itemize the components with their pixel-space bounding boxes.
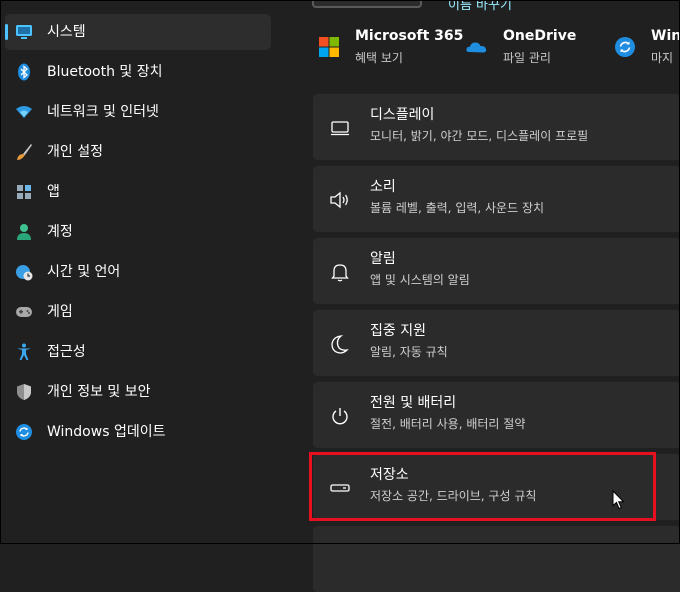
- sidebar-item-label: 시스템: [47, 24, 86, 40]
- bluetooth-icon: [15, 63, 33, 81]
- app-tile-subtitle: 마지: [651, 51, 674, 65]
- windows-update-icon: [614, 36, 636, 58]
- sidebar-item-privacy-security[interactable]: 개인 정보 및 보안: [5, 374, 271, 410]
- display-icon: [329, 117, 351, 139]
- app-tile-name: Wind: [651, 28, 680, 44]
- card-description: 절전, 배터리 사용, 배터리 절약: [370, 417, 526, 431]
- microsoft-logo-icon: [318, 36, 340, 58]
- sidebar-item-label: 시간 및 언어: [47, 264, 121, 280]
- card-title: 디스플레이: [370, 107, 435, 123]
- rename-link[interactable]: 이름 바꾸기: [448, 0, 512, 13]
- sidebar-item-time-language[interactable]: 시간 및 언어: [5, 254, 271, 290]
- sidebar-item-personalization[interactable]: 개인 설정: [5, 134, 271, 170]
- sidebar-item-system[interactable]: 시스템: [5, 14, 271, 50]
- settings-card-notifications[interactable]: 알림 앱 및 시스템의 알림: [313, 238, 680, 304]
- settings-card-sound[interactable]: 소리 볼륨 레벨, 출력, 입력, 사운드 장치: [313, 166, 680, 232]
- apps-icon: [15, 183, 33, 201]
- sidebar-item-label: 개인 설정: [47, 144, 103, 160]
- card-title: 전원 및 배터리: [370, 395, 457, 411]
- sidebar: 시스템 Bluetooth 및 장치 네트워크 및 인터넷 개인 설정 앱 계정: [0, 0, 290, 544]
- sidebar-item-label: 접근성: [47, 344, 86, 360]
- accessibility-icon: [15, 343, 33, 361]
- gamepad-icon: [15, 303, 33, 321]
- update-icon: [15, 423, 33, 441]
- mouse-cursor-icon: [612, 489, 626, 514]
- card-description: 앱 및 시스템의 알림: [370, 273, 470, 287]
- card-description: 모니터, 밝기, 야간 모드, 디스플레이 프로필: [370, 129, 589, 143]
- sidebar-item-gaming[interactable]: 게임: [5, 294, 271, 330]
- card-description: 볼륨 레벨, 출력, 입력, 사운드 장치: [370, 201, 545, 215]
- sidebar-item-label: Windows 업데이트: [47, 424, 166, 440]
- card-title: 소리: [370, 179, 396, 195]
- sidebar-item-label: 네트워크 및 인터넷: [47, 104, 159, 120]
- app-tile-name: Microsoft 365: [355, 28, 464, 44]
- sidebar-item-label: 개인 정보 및 보안: [47, 384, 151, 400]
- sidebar-item-accessibility[interactable]: 접근성: [5, 334, 271, 370]
- sidebar-item-label: 게임: [47, 304, 73, 320]
- device-image: [312, 0, 422, 8]
- settings-card-next[interactable]: [313, 526, 680, 592]
- settings-card-display[interactable]: 디스플레이 모니터, 밝기, 야간 모드, 디스플레이 프로필: [313, 94, 680, 160]
- sidebar-item-label: 앱: [47, 184, 60, 200]
- sidebar-item-label: Bluetooth 및 장치: [47, 64, 163, 80]
- sidebar-item-label: 계정: [47, 224, 73, 240]
- moon-icon: [329, 333, 351, 355]
- speaker-icon: [329, 189, 351, 211]
- highlight-box: [309, 452, 656, 521]
- sidebar-item-windows-update[interactable]: Windows 업데이트: [5, 414, 271, 450]
- sidebar-item-accounts[interactable]: 계정: [5, 214, 271, 250]
- card-title: 알림: [370, 251, 396, 267]
- onedrive-icon: [466, 36, 488, 58]
- card-description: 알림, 자동 규칙: [370, 345, 448, 359]
- app-tile-name: OneDrive: [503, 28, 577, 44]
- app-tile-subtitle: 파일 관리: [503, 51, 551, 65]
- app-tile-subtitle: 혜택 보기: [355, 51, 403, 65]
- wifi-icon: [15, 103, 33, 121]
- settings-card-focus-assist[interactable]: 집중 지원 알림, 자동 규칙: [313, 310, 680, 376]
- settings-card-power-battery[interactable]: 전원 및 배터리 절전, 배터리 사용, 배터리 절약: [313, 382, 680, 448]
- sidebar-item-network[interactable]: 네트워크 및 인터넷: [5, 94, 271, 130]
- shield-icon: [15, 383, 33, 401]
- globe-clock-icon: [15, 263, 33, 281]
- brush-icon: [15, 143, 33, 161]
- sidebar-item-apps[interactable]: 앱: [5, 174, 271, 210]
- person-icon: [15, 223, 33, 241]
- bell-icon: [329, 261, 351, 283]
- power-icon: [329, 405, 351, 427]
- monitor-icon: [15, 23, 33, 41]
- card-title: 집중 지원: [370, 323, 426, 339]
- sidebar-item-bluetooth[interactable]: Bluetooth 및 장치: [5, 54, 271, 90]
- selection-indicator: [5, 24, 8, 40]
